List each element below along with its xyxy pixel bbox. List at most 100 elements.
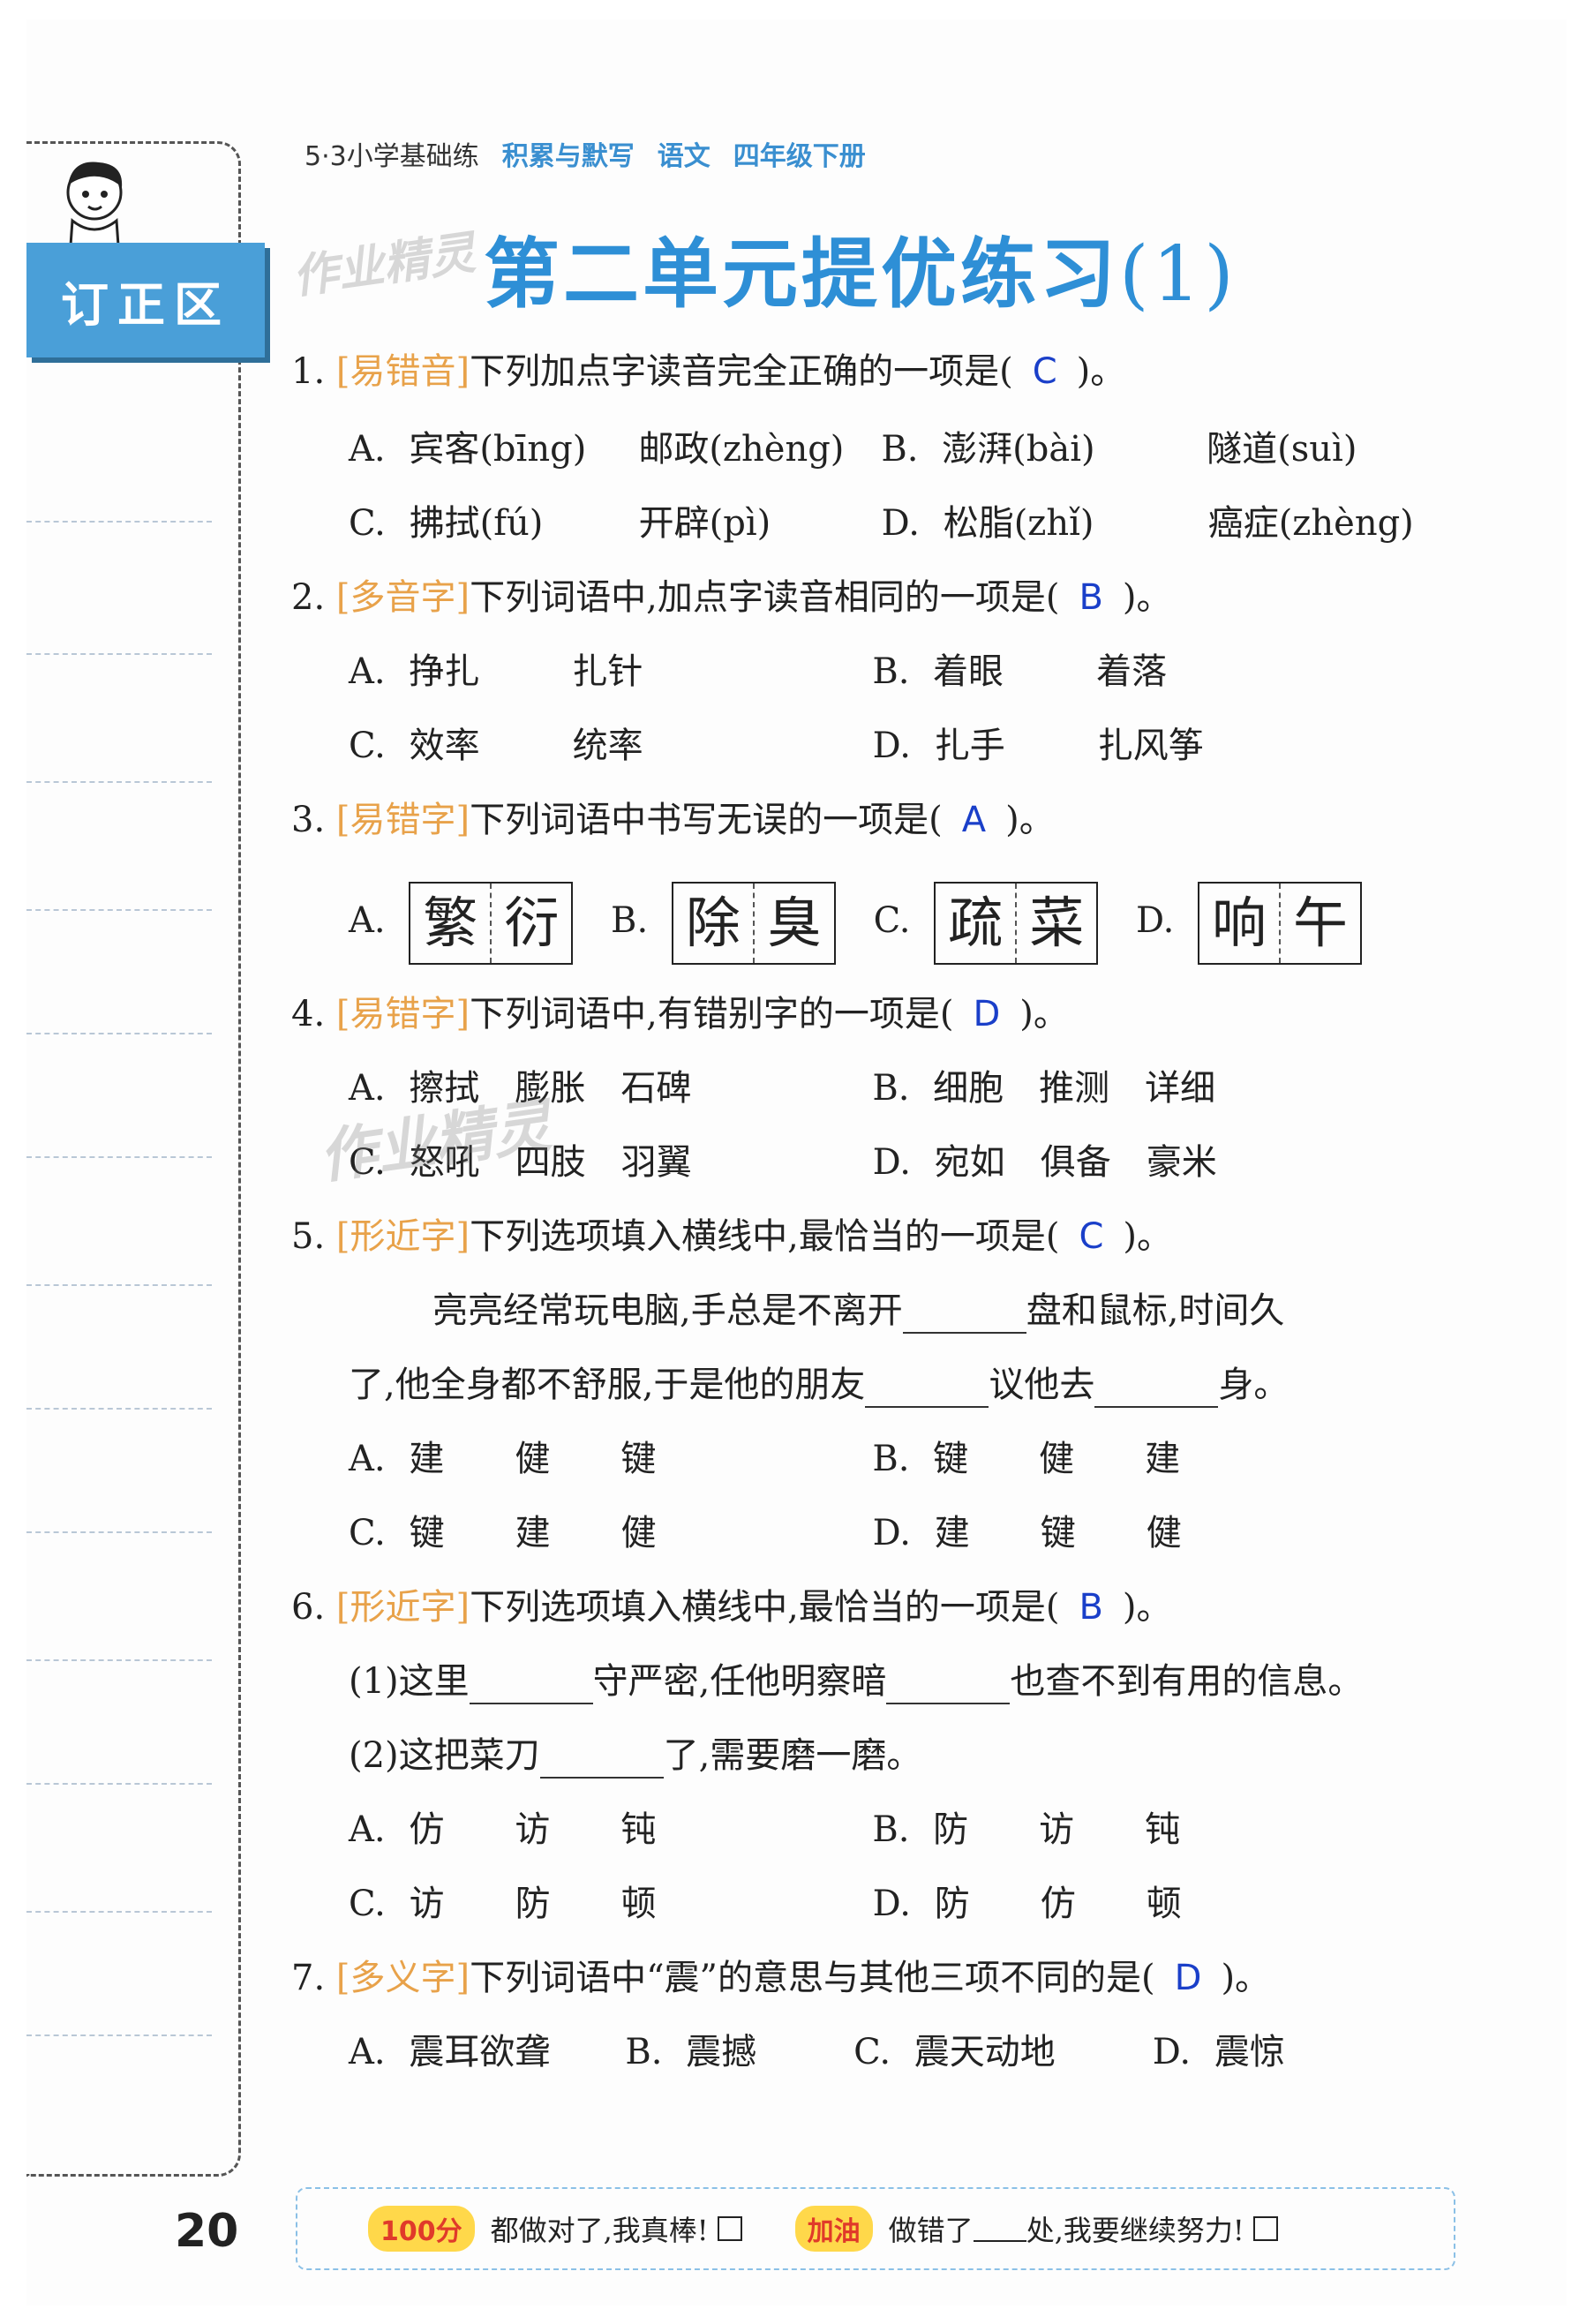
option-word: 扎风筝 (1097, 726, 1204, 766)
option-word: 震惊 (1214, 2032, 1285, 2072)
margin-line (26, 1783, 212, 1785)
question-text: 下列词语中“震”的意思与其他三项不同的是( (470, 1958, 1155, 1998)
option-row: A. 仿 访 钝 B. 防 访 钝 (349, 1807, 1180, 1853)
subject-name: 语文 (657, 141, 711, 172)
sentence-line: (2)这把菜刀 了,需要磨一磨。 (349, 1733, 921, 1779)
grid-char: 午 (1293, 891, 1349, 955)
question-end: )。 (1122, 577, 1172, 618)
cheer-badge: 加油 (794, 2206, 873, 2252)
margin-line (26, 1156, 212, 1158)
sentence-line: (1)这里 守严密,任他明察暗 也查不到有用的信息。 (349, 1658, 1363, 1704)
margin-line (26, 781, 212, 783)
self-check-footer: 100分 都做对了,我真棒! 加油 做错了 处,我要继续努力! (296, 2187, 1455, 2270)
question-end: )。 (1221, 1958, 1271, 1998)
question-number: 7. (291, 1958, 326, 1998)
option-letter: B. (872, 1439, 910, 1479)
mistake-count-blank[interactable] (973, 2215, 1026, 2242)
option-letter: C. (873, 900, 911, 941)
page-title: 第二单元提优练习(1) (484, 212, 1237, 322)
margin-line (26, 909, 212, 911)
fill-blank[interactable] (865, 1374, 989, 1408)
grid-char: 繁 (410, 884, 492, 963)
option-row: C. 键 建 健 D. 建 键 健 (349, 1510, 1182, 1556)
option-words: 建 键 健 (934, 1513, 1182, 1553)
option-words: 键 建 健 (409, 1513, 657, 1553)
sentence-text: 也查不到有用的信息。 (1010, 1661, 1364, 1702)
page-number: 20 (175, 2205, 239, 2258)
book-name: 积累与默写 (501, 141, 635, 172)
question-text: 下列词语中书写无误的一项是( (470, 800, 943, 840)
title-main: 第二单元提优练习 (484, 230, 1119, 319)
option-word: 隧道(suì) (1207, 429, 1357, 470)
all-correct-checkbox[interactable] (717, 2216, 742, 2241)
question-tag: [形近字] (335, 1587, 470, 1628)
grid-char: 臭 (766, 891, 822, 955)
option-word: 震天动地 (914, 2032, 1056, 2072)
answer: B (1079, 1587, 1103, 1628)
option-letter: C. (853, 2032, 891, 2072)
option-letter: D. (872, 1884, 911, 1924)
option-row: A. 宾客(bīng) 邮政(zhèng) B. 澎湃(bài) 隧道(suì) (349, 426, 1357, 472)
margin-line (26, 1408, 212, 1410)
option-letter: D. (881, 503, 920, 544)
option-word: 松脂(zhǐ) (943, 503, 1094, 544)
question-tag: [易错音] (335, 351, 470, 392)
question-tag: [多义字] (335, 1958, 470, 1998)
option-words: 宛如 俱备 豪米 (934, 1142, 1217, 1183)
mistakes-text-end: 处,我要继续努力! (1026, 2214, 1244, 2247)
question-3: 3. [易错字]下列词语中书写无误的一项是(A)。 (291, 797, 1055, 843)
book-header: 5·3小学基础练 积累与默写 语文 四年级下册 (305, 134, 866, 173)
question-end: )。 (1122, 1587, 1172, 1628)
question-6: 6. [形近字]下列选项填入横线中,最恰当的一项是(B)。 (291, 1584, 1172, 1630)
option-letter: A. (349, 900, 386, 941)
grid-char: 疏 (936, 884, 1018, 963)
option-row: A. 震耳欲聋 B. 震撼 C. 震天动地 D. 震惊 (349, 2029, 1285, 2075)
fill-blank[interactable] (1094, 1374, 1219, 1408)
option-row: C. 拂拭(fú) 开辟(pì) D. 松脂(zhǐ) 癌症(zhèng) (349, 500, 1414, 546)
option-letter: B. (872, 1068, 910, 1109)
fill-blank[interactable] (469, 1671, 593, 1704)
option-words: 键 健 建 (933, 1439, 1181, 1479)
option-letter: C. (349, 1513, 386, 1553)
question-tag: [形近字] (335, 1216, 470, 1257)
question-tag: [易错字] (335, 800, 470, 840)
sentence-text: (2)这把菜刀 (349, 1735, 540, 1776)
option-words: 访 防 顿 (409, 1884, 657, 1924)
option-word: 澎湃(bài) (942, 429, 1095, 470)
option-word: 着眼 (933, 651, 1004, 692)
option-letter: A. (349, 1809, 386, 1850)
fill-blank[interactable] (539, 1745, 664, 1779)
question-number: 2. (291, 577, 326, 618)
option-letter: C. (349, 503, 386, 544)
fill-blank[interactable] (886, 1671, 1011, 1704)
option-letter: D. (872, 726, 911, 766)
option-word: 开辟(pì) (638, 503, 771, 544)
grade-name: 四年级下册 (733, 141, 866, 172)
question-text: 下列词语中,加点字读音相同的一项是( (470, 577, 1060, 618)
option-row: A. 建 健 键 B. 键 健 建 (349, 1436, 1180, 1482)
margin-line (26, 1911, 212, 1913)
question-tag: [多音字] (335, 577, 470, 618)
title-number: (1) (1119, 230, 1237, 319)
option-word: 着落 (1096, 651, 1168, 692)
option-words: 建 健 键 (409, 1439, 657, 1479)
option-letter: D. (1135, 900, 1175, 941)
passage-text: 亮亮经常玩电脑,手总是不离开 (432, 1290, 903, 1331)
passage-line: 亮亮经常玩电脑,手总是不离开 盘和鼠标,时间久 (432, 1288, 1284, 1334)
question-text: 下列加点字读音完全正确的一项是( (470, 351, 1013, 392)
answer: C (1079, 1216, 1104, 1257)
score-badge: 100分 (368, 2206, 475, 2252)
question-end: )。 (1123, 1216, 1172, 1257)
passage-line: 了,他全身都不舒服,于是他的朋友 议他去 身。 (349, 1362, 1289, 1408)
question-2: 2. [多音字]下列词语中,加点字读音相同的一项是(B)。 (291, 575, 1172, 620)
fill-blank[interactable] (902, 1300, 1026, 1334)
mascot-icon (66, 162, 123, 247)
all-correct-text: 都做对了,我真棒! (490, 2214, 709, 2247)
answer: A (961, 800, 987, 840)
mistakes-checkbox[interactable] (1252, 2216, 1278, 2241)
question-number: 5. (291, 1216, 326, 1257)
correction-zone-tab: 订正区 (26, 243, 265, 357)
option-letter: A. (349, 429, 386, 470)
option-letter: B. (881, 429, 919, 470)
option-letter: D. (1152, 2032, 1192, 2072)
